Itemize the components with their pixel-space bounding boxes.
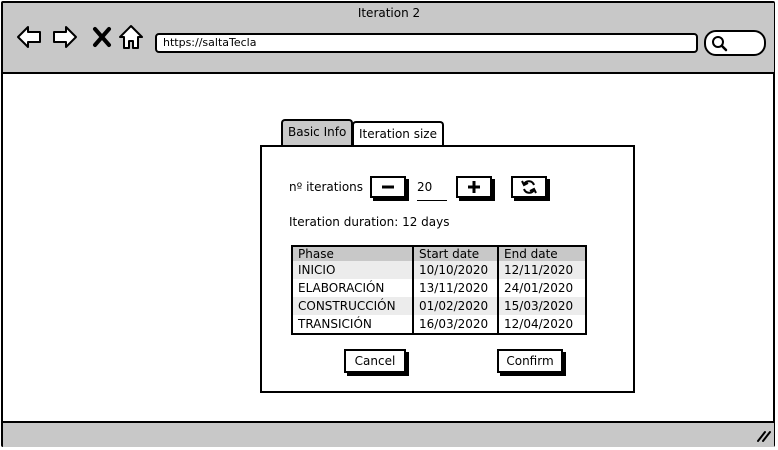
resize-grip-icon[interactable]: [756, 429, 772, 443]
window-title: Iteration 2: [357, 6, 421, 20]
column-header-end-date: End date: [497, 246, 586, 261]
cancel-button[interactable]: Cancel: [344, 349, 406, 373]
column-header-start-date: Start date: [412, 246, 498, 261]
start-date-cell: 16/03/2020: [412, 315, 498, 334]
column-header-phase: Phase: [292, 246, 413, 261]
start-date-cell: 10/10/2020: [412, 261, 498, 279]
tab-iteration-size[interactable]: Iteration size: [352, 121, 444, 147]
phase-cell: INICIO: [292, 261, 413, 279]
search-field[interactable]: [704, 30, 766, 56]
table-row: ELABORACIÓN 13/11/2020 24/01/2020: [292, 279, 586, 297]
phase-cell: CONSTRUCCIÓN: [292, 297, 413, 315]
phase-cell: TRANSICIÓN: [298, 317, 372, 331]
start-date-cell: 01/02/2020: [412, 297, 498, 315]
close-icon[interactable]: [90, 24, 116, 50]
search-icon: [712, 36, 728, 52]
increment-button[interactable]: [456, 176, 492, 198]
start-date-cell: 13/11/2020: [412, 279, 498, 297]
phase-cell: ELABORACIÓN: [298, 281, 385, 295]
arrow-right-icon[interactable]: [52, 24, 78, 50]
confirm-button[interactable]: Confirm: [497, 349, 563, 373]
table-row: INICIO 10/10/2020 12/11/2020: [292, 261, 586, 279]
end-date-cell: 24/01/2020: [497, 279, 586, 297]
iterations-value-underline: [417, 200, 447, 201]
end-date-cell: 12/11/2020: [497, 261, 586, 279]
status-bar: [3, 421, 774, 447]
reset-button[interactable]: [511, 176, 547, 198]
arrow-left-icon[interactable]: [16, 24, 42, 50]
end-date-cell: 15/03/2020: [497, 297, 586, 315]
url-bar[interactable]: https://saltaTecla: [155, 33, 698, 53]
tab-basic-info[interactable]: Basic Info: [281, 119, 354, 145]
iterations-label: nº iterations: [289, 180, 364, 194]
end-date-cell: 12/04/2020: [497, 315, 586, 334]
table-row: TRANSICIÓN 16/03/2020 12/04/2020: [292, 315, 586, 334]
plus-icon: [468, 181, 480, 193]
minus-icon: [382, 185, 394, 189]
home-icon[interactable]: [118, 24, 144, 50]
iterations-value[interactable]: 20: [417, 180, 432, 194]
refresh-icon: [521, 180, 537, 194]
table-header-row: Phase Start date End date: [292, 246, 586, 261]
decrement-button[interactable]: [370, 176, 406, 198]
table-row: CONSTRUCCIÓN 01/02/2020 15/03/2020: [292, 297, 586, 315]
iteration-duration: Iteration duration: 12 days: [289, 215, 450, 229]
phases-table: Phase Start date End date INICIO 10/10/2…: [291, 245, 587, 335]
